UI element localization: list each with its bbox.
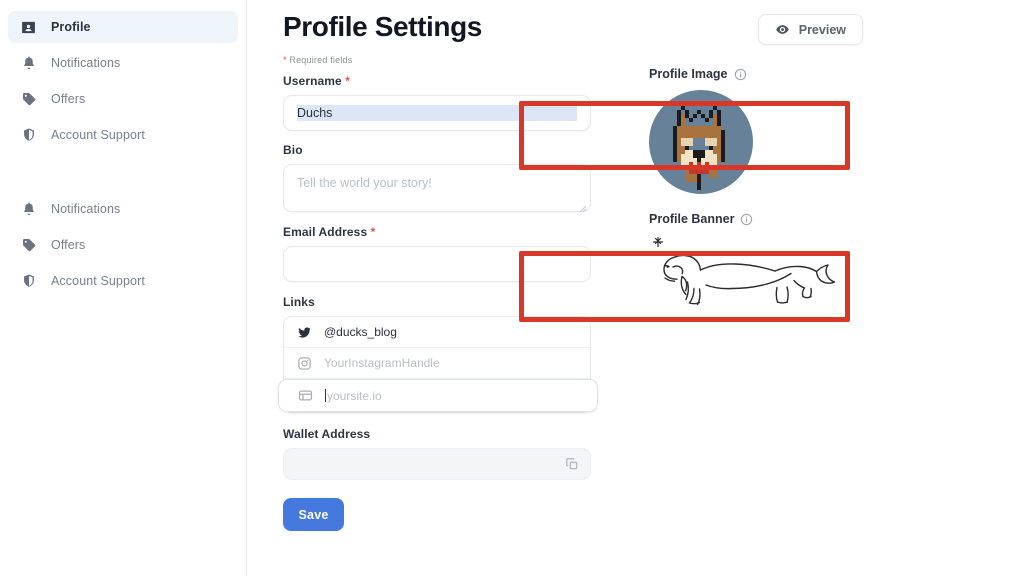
profile-media: Profile Image Profile Banner <box>649 55 844 531</box>
username-field-group: Username * Duchs <box>283 74 603 131</box>
link-row[interactable]: yoursite.io <box>278 379 598 412</box>
sidebar-item-notifications[interactable]: Notifications <box>8 47 238 79</box>
sidebar-item-account-support-secondary[interactable]: Account Support <box>8 265 238 297</box>
avatar[interactable] <box>649 90 753 194</box>
username-required-marker: * <box>345 74 351 88</box>
email-label: Email Address * <box>283 225 603 239</box>
resize-handle-icon[interactable] <box>579 200 587 213</box>
link-placeholder: YourInstagramHandle <box>324 356 440 370</box>
email-label-text: Email Address <box>283 225 368 239</box>
link-value: @ducks_blog <box>324 325 397 339</box>
sidebar-item-account-support[interactable]: Account Support <box>8 119 238 151</box>
tag-icon <box>20 91 37 108</box>
required-note-star: * <box>283 55 287 65</box>
sidebar-item-label: Offers <box>51 238 86 252</box>
email-required-marker: * <box>370 225 376 239</box>
required-fields-note: * Required fields <box>283 55 603 65</box>
text-cursor <box>325 388 326 402</box>
profile-image-label-text: Profile Image <box>649 67 728 81</box>
bio-placeholder: Tell the world your story! <box>297 176 432 190</box>
save-button[interactable]: Save <box>283 498 344 531</box>
tag-icon <box>20 237 37 254</box>
username-input-value: Duchs <box>297 105 577 121</box>
username-input[interactable]: Duchs <box>283 95 591 131</box>
wallet-address-input[interactable] <box>283 448 591 480</box>
username-label-text: Username <box>283 74 342 88</box>
instagram-icon <box>297 356 312 371</box>
main-content: Profile Settings Preview * Required fiel… <box>247 0 1024 576</box>
info-icon[interactable] <box>734 68 747 81</box>
preview-button[interactable]: Preview <box>757 14 863 45</box>
wallet-field-group: Wallet Address <box>283 427 603 480</box>
browser-icon <box>298 388 313 403</box>
page-title: Profile Settings <box>283 11 482 42</box>
sidebar-item-offers[interactable]: Offers <box>8 83 238 115</box>
sidebar-item-label: Account Support <box>51 274 145 288</box>
page-header: Profile Settings Preview <box>247 0 1024 46</box>
profile-banner-label-text: Profile Banner <box>649 212 735 226</box>
username-label: Username * <box>283 74 603 88</box>
email-field-group: Email Address * <box>283 225 603 282</box>
sidebar-group-divider <box>0 155 246 193</box>
info-icon[interactable] <box>740 213 753 226</box>
sidebar: Profile Notifications Offers Account Sup… <box>0 0 247 576</box>
links-list: @ducks_blog YourInstagramHandle yoursite… <box>278 316 598 413</box>
pixel-dog-avatar-icon <box>673 106 725 190</box>
shield-icon <box>20 127 37 144</box>
link-placeholder: yoursite.io <box>325 388 382 403</box>
profile-banner[interactable] <box>649 235 844 318</box>
profile-image-label: Profile Image <box>649 67 844 81</box>
links-field-group: Links @ducks_blog YourInstagramHandle yo… <box>278 295 603 413</box>
profile-settings-page: Profile Notifications Offers Account Sup… <box>0 0 1024 576</box>
sidebar-item-profile[interactable]: Profile <box>8 11 238 43</box>
dachshund-line-art-icon <box>652 236 836 306</box>
copy-icon[interactable] <box>565 457 579 471</box>
sidebar-item-label: Notifications <box>51 202 121 216</box>
bio-textarea[interactable]: Tell the world your story! <box>283 164 591 213</box>
settings-content: * Required fields Username * Duchs Bio T… <box>247 55 1024 531</box>
sidebar-item-notifications-secondary[interactable]: Notifications <box>8 193 238 225</box>
wallet-label: Wallet Address <box>283 427 371 441</box>
profile-form: * Required fields Username * Duchs Bio T… <box>278 55 603 531</box>
link-placeholder-text: yoursite.io <box>327 388 382 403</box>
bio-field-group: Bio Tell the world your story! <box>283 143 603 213</box>
sidebar-item-label: Profile <box>51 20 91 34</box>
contact-card-icon <box>20 19 37 36</box>
shield-icon <box>20 273 37 290</box>
sidebar-item-label: Offers <box>51 92 86 106</box>
sidebar-item-label: Account Support <box>51 128 145 142</box>
sidebar-item-offers-secondary[interactable]: Offers <box>8 229 238 261</box>
bio-label: Bio <box>283 143 303 157</box>
email-input[interactable] <box>283 246 591 282</box>
bell-icon <box>20 55 37 72</box>
links-label: Links <box>283 295 315 309</box>
link-row[interactable]: YourInstagramHandle <box>284 348 590 379</box>
link-row[interactable]: @ducks_blog <box>284 317 590 348</box>
profile-banner-label: Profile Banner <box>649 212 844 226</box>
preview-button-label: Preview <box>798 22 846 37</box>
required-note-text: Required fields <box>289 55 353 65</box>
eye-icon <box>775 22 790 37</box>
bell-icon <box>20 201 37 218</box>
twitter-icon <box>297 325 312 340</box>
sidebar-item-label: Notifications <box>51 56 121 70</box>
